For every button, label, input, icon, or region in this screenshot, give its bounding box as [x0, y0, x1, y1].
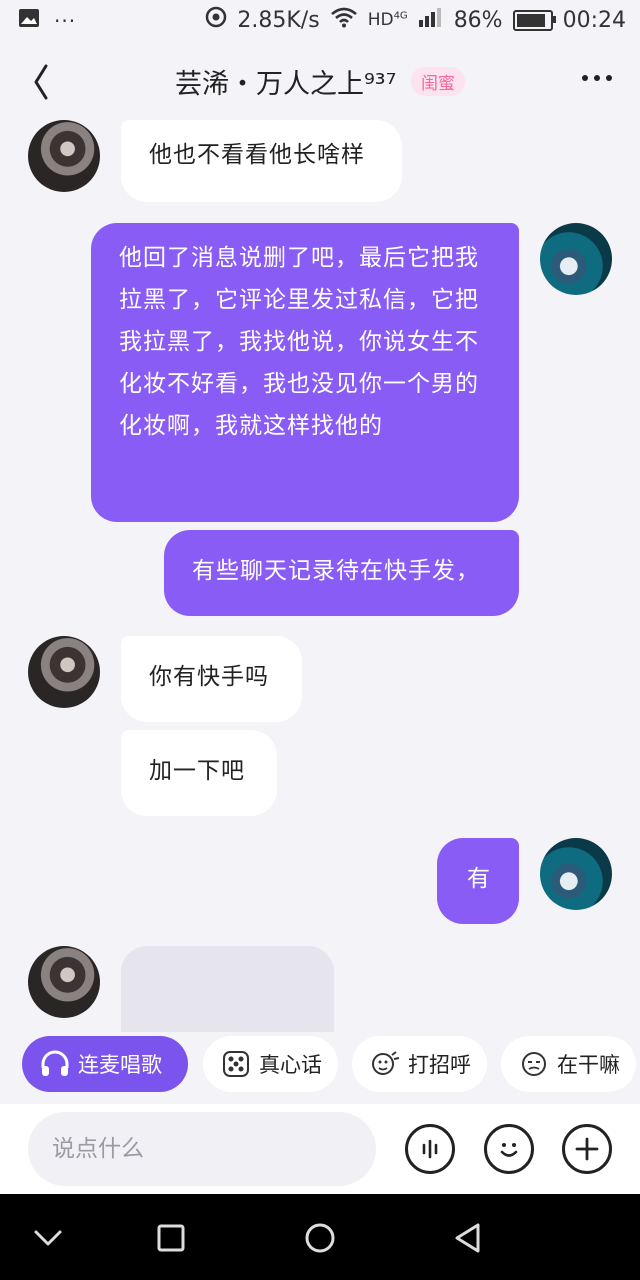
message-bubble-incoming[interactable]: 你有快手吗 [121, 636, 302, 722]
plus-icon [575, 1137, 599, 1161]
quick-action-label: 真心话 [259, 1053, 322, 1077]
voice-wave-icon [422, 1139, 438, 1159]
contact-avatar[interactable] [28, 636, 100, 708]
system-navigation-bar [0, 1194, 640, 1280]
headphones-icon [40, 1049, 70, 1079]
quick-action-label: 打招呼 [408, 1053, 471, 1077]
message-bubble-incoming[interactable]: 加一下吧 [121, 730, 277, 816]
my-avatar[interactable] [540, 223, 612, 295]
more-options-button[interactable] [582, 68, 618, 88]
message-bubble-incoming[interactable]: 他也不看看他长啥样 [121, 120, 402, 202]
nav-hide-button[interactable] [26, 1216, 70, 1260]
quick-action-label: 连麦唱歌 [78, 1053, 162, 1077]
chat-header: 芸浠・万人之上⁹³⁷ 闺蜜 [0, 44, 640, 118]
triangle-back-icon [455, 1223, 480, 1253]
quick-action-what-doing[interactable]: 在干嘛 [501, 1036, 636, 1092]
chevron-down-icon [34, 1230, 62, 1246]
emoji-button[interactable] [484, 1124, 534, 1174]
network-generation: 4G [393, 10, 408, 22]
voice-button[interactable] [405, 1124, 455, 1174]
circle-icon [305, 1223, 335, 1253]
smiley-icon [500, 1143, 518, 1157]
status-bar: ··· 2.85K/s HD4G 86% 00:24 [0, 0, 640, 42]
dice-icon [221, 1049, 251, 1079]
wifi-icon [330, 6, 358, 34]
message-composer [0, 1104, 640, 1194]
battery-percent: 86% [453, 7, 503, 33]
quick-action-sing[interactable]: 连麦唱歌 [22, 1036, 188, 1092]
message-bubble-outgoing[interactable]: 他回了消息说删了吧，最后它把我拉黑了，它评论里发过私信，它把我拉黑了，我找他说，… [91, 223, 519, 522]
quick-action-truth[interactable]: 真心话 [203, 1036, 338, 1092]
face-icon [519, 1049, 549, 1079]
contact-avatar[interactable] [28, 946, 100, 1018]
square-icon [157, 1224, 185, 1252]
battery-icon [512, 9, 556, 31]
quick-action-greet[interactable]: 打招呼 [352, 1036, 487, 1092]
add-attachment-button[interactable] [562, 1124, 612, 1174]
more-notifications-icon: ··· [54, 9, 77, 33]
wave-hand-icon [370, 1049, 400, 1079]
nav-back-button[interactable] [446, 1216, 490, 1260]
quick-actions-bar: 连麦唱歌 真心话 打招呼 在干嘛 [0, 1034, 640, 1096]
nav-home-button[interactable] [298, 1216, 342, 1260]
message-input[interactable] [28, 1112, 376, 1186]
gallery-notification-icon [18, 8, 40, 34]
relationship-badge: 闺蜜 [411, 67, 466, 96]
quick-action-label: 在干嘛 [557, 1053, 620, 1077]
my-avatar[interactable] [540, 838, 612, 910]
nav-recents-button[interactable] [149, 1216, 193, 1260]
clock: 00:24 [562, 7, 626, 33]
message-bubble-outgoing[interactable]: 有 [437, 838, 519, 924]
contact-avatar[interactable] [28, 120, 100, 192]
message-bubble-outgoing[interactable]: 有些聊天记录待在快手发， [164, 530, 519, 616]
message-bubble-loading [121, 946, 334, 1032]
data-saver-icon [205, 6, 227, 34]
chat-list[interactable]: 他也不看看他长啥样 他回了消息说删了吧，最后它把我拉黑了，它评论里发过私信，它把… [0, 118, 640, 1032]
network-type: HD4G [367, 10, 408, 30]
chat-title: 芸浠・万人之上⁹³⁷ [174, 69, 397, 100]
network-speed: 2.85K/s [237, 7, 320, 33]
signal-icon [418, 6, 444, 34]
